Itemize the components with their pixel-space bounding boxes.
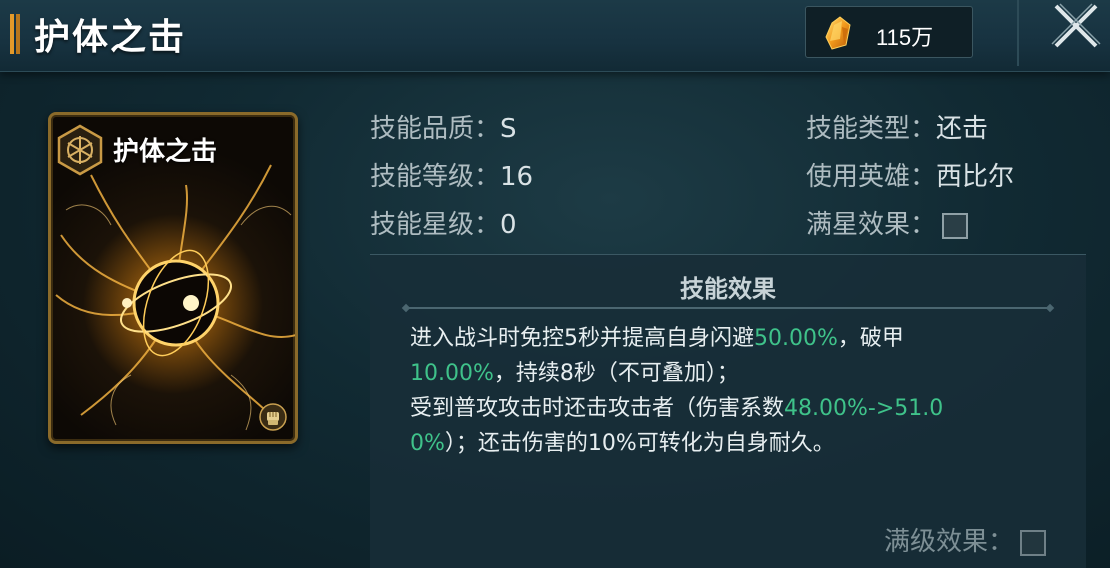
currency-value: 115万 (876, 25, 934, 50)
effect-description: 进入战斗时免控5秒并提高自身闪避50.00%，破甲 10.00%，持续8秒（不可… (410, 321, 970, 461)
page-title: 护体之击 (34, 16, 187, 58)
armor-break-value: 10.00% (410, 361, 494, 386)
skill-type-row: 技能类型：还击 (806, 108, 988, 145)
effect-title: 技能效果 (680, 275, 776, 303)
skill-quality-value: S (500, 114, 517, 144)
skill-quality-label: 技能品质： (370, 114, 501, 144)
effect-text-2: ，破甲 (837, 326, 904, 351)
effect-text-1: 进入战斗时免控5秒并提高自身闪避 (410, 326, 754, 351)
skill-type-label: 技能类型： (806, 114, 937, 144)
full-star-label: 满星效果： (806, 210, 937, 240)
fist-icon (259, 403, 287, 431)
skill-effect-panel: 技能效果 进入战斗时免控5秒并提高自身闪避50.00%，破甲 10.00%，持续… (370, 254, 1086, 568)
crystal-icon (825, 16, 851, 50)
hero-label: 使用英雄： (806, 162, 937, 192)
skill-star-value: 0 (500, 210, 517, 240)
header-divider (1017, 0, 1019, 66)
skill-level-row: 技能等级：16 (370, 156, 533, 193)
hexagon-emblem-icon (57, 124, 103, 176)
skill-level-value: 16 (500, 162, 534, 192)
effect-text-4: 受到普攻攻击时还击攻击者（伤害系数 (410, 396, 785, 421)
full-star-row: 满星效果： (806, 204, 969, 241)
effect-text-5: ）；还击伤害的10%可转化为自身耐久。 (444, 431, 835, 456)
max-level-label: 满级效果： (883, 527, 1014, 557)
max-level-checkbox[interactable] (1020, 529, 1046, 556)
title-accent-bar (10, 14, 20, 54)
skill-card[interactable]: 护体之击 (48, 112, 298, 444)
card-title: 护体之击 (113, 137, 218, 167)
skill-quality-row: 技能品质：S (370, 108, 517, 145)
dodge-value: 50.00% (754, 326, 838, 351)
hero-value: 西比尔 (936, 162, 1015, 192)
hero-row: 使用英雄：西比尔 (806, 156, 1014, 193)
effect-text-3: ，持续8秒（不可叠加）； (493, 361, 739, 386)
close-button[interactable] (1050, 0, 1104, 54)
top-bar: 护体之击 115万 (0, 0, 1110, 72)
skill-type-value: 还击 (936, 114, 989, 144)
skill-star-label: 技能星级： (370, 210, 501, 240)
currency-display[interactable]: 115万 (805, 6, 973, 58)
full-star-checkbox[interactable] (942, 212, 969, 239)
skill-star-row: 技能星级：0 (370, 204, 517, 241)
skill-level-label: 技能等级： (370, 162, 501, 192)
effect-divider (406, 307, 1050, 309)
close-icon (1051, 3, 1101, 48)
max-level-row: 满级效果： (884, 521, 1046, 558)
